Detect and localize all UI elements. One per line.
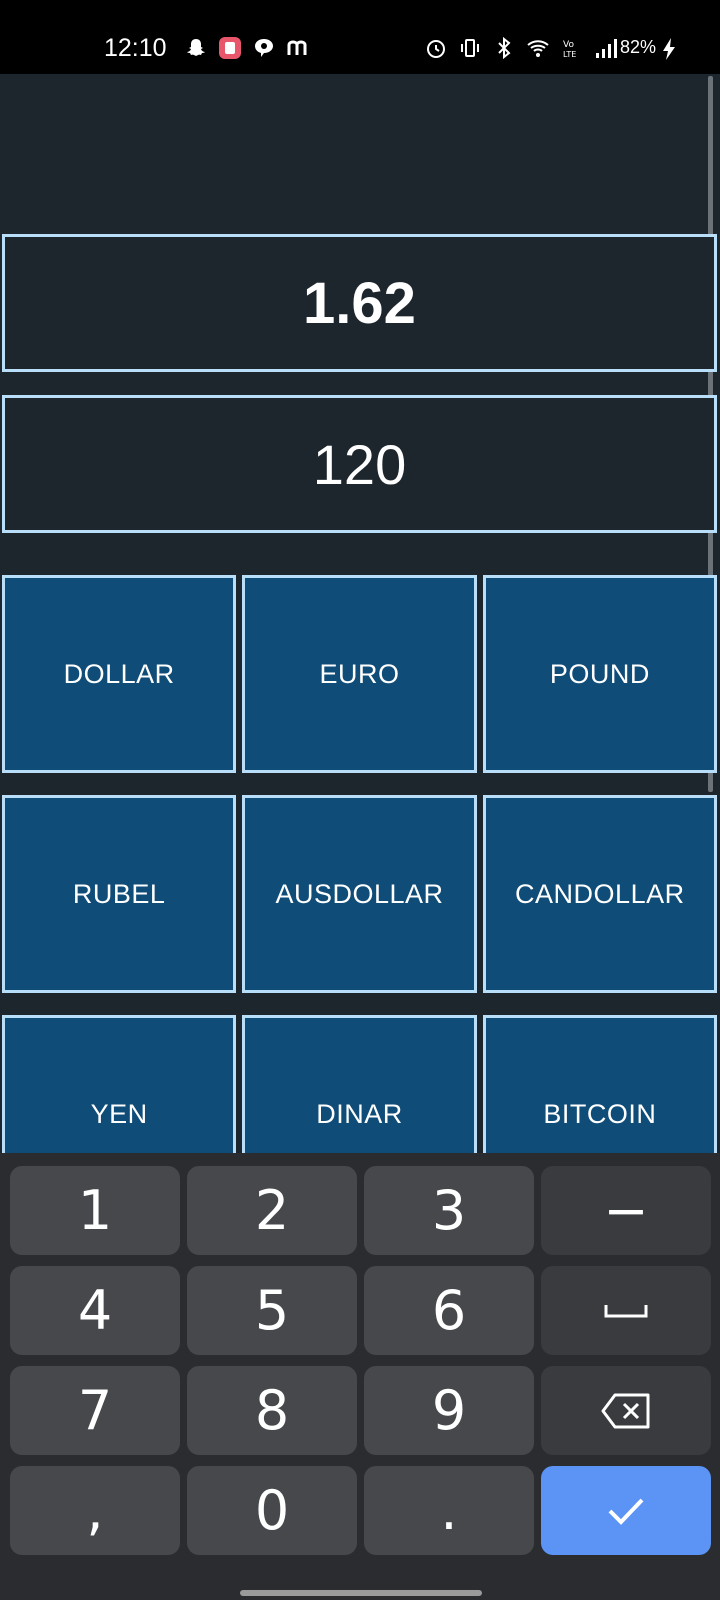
currency-row-1: DOLLAR EURO POUND [2, 575, 717, 773]
space-icon [604, 1304, 648, 1317]
key-minus[interactable]: − [541, 1166, 711, 1255]
signal-icon [596, 39, 617, 58]
home-indicator[interactable] [240, 1590, 482, 1596]
numeric-keyboard: 1 2 3 − 4 5 6 7 8 9 , 0 . [0, 1153, 720, 1600]
check-icon [608, 1498, 644, 1525]
alarm-icon [427, 40, 445, 58]
status-time: 12:10 [104, 34, 167, 62]
dollar-button[interactable]: DOLLAR [2, 575, 237, 773]
amount-input[interactable]: 120 [2, 395, 717, 533]
key-dot[interactable]: . [364, 1466, 534, 1555]
key-backspace[interactable] [541, 1366, 711, 1455]
key-2[interactable]: 2 [187, 1166, 357, 1255]
euro-button[interactable]: EURO [242, 575, 477, 773]
volte-icon: VoLTE [563, 40, 576, 59]
key-space[interactable] [541, 1266, 711, 1355]
status-bar: 12:10 Vo LTE 82% [0, 0, 720, 74]
candollar-button[interactable]: CANDOLLAR [482, 795, 717, 993]
svg-text:Vo: Vo [563, 40, 574, 50]
key-9[interactable]: 9 [364, 1366, 534, 1455]
key-4[interactable]: 4 [10, 1266, 180, 1355]
key-5[interactable]: 5 [187, 1266, 357, 1355]
bluetooth-icon [498, 36, 511, 60]
system-icons: Vo LTE [424, 36, 618, 60]
pound-button[interactable]: POUND [482, 575, 717, 773]
wifi-icon [527, 40, 549, 57]
result-display: 1.62 [2, 234, 717, 372]
currency-row-2: RUBEL AUSDOLLAR CANDOLLAR [2, 795, 717, 993]
app-icon [219, 37, 241, 59]
backspace-icon [601, 1393, 650, 1428]
vibrate-icon [461, 39, 479, 57]
charging-icon [663, 38, 675, 60]
key-7[interactable]: 7 [10, 1366, 180, 1455]
key-done[interactable] [541, 1466, 711, 1555]
key-comma[interactable]: , [10, 1466, 180, 1555]
key-3[interactable]: 3 [364, 1166, 534, 1255]
m-icon [287, 40, 307, 55]
rubel-button[interactable]: RUBEL [2, 795, 237, 993]
key-6[interactable]: 6 [364, 1266, 534, 1355]
snapchat-icon [187, 39, 205, 56]
key-8[interactable]: 8 [187, 1366, 357, 1455]
app-screen: 12:10 Vo LTE 82% 1.62 120 DOLLAR EURO POU… [0, 0, 720, 1600]
battery-percent: 82% [620, 37, 657, 57]
chat-icon [255, 39, 273, 57]
svg-text:LTE: LTE [563, 50, 576, 59]
key-1[interactable]: 1 [10, 1166, 180, 1255]
ausdollar-button[interactable]: AUSDOLLAR [242, 795, 477, 993]
key-0[interactable]: 0 [187, 1466, 357, 1555]
notification-icons [184, 36, 310, 60]
